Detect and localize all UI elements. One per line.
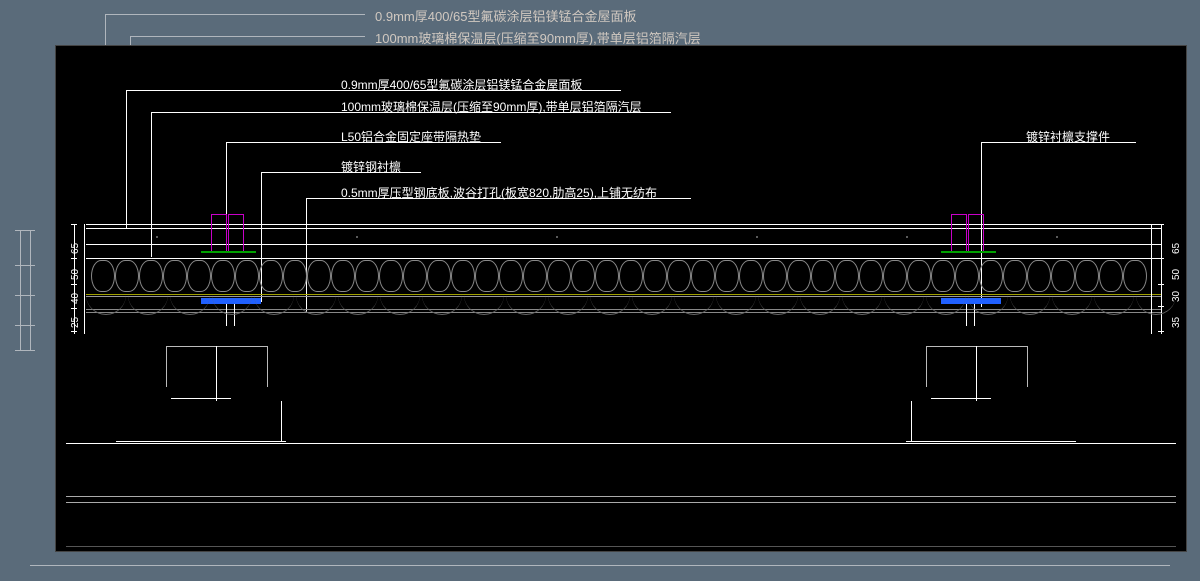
- dim-left-65: 65: [70, 243, 81, 254]
- gasket-left: [201, 251, 256, 253]
- purlin-right: [926, 346, 1028, 387]
- dim-right-65: 65: [1171, 243, 1182, 254]
- dim-right-50: 50: [1171, 269, 1182, 280]
- dim-left-50: 50: [70, 269, 81, 280]
- dim-left-40: 40: [70, 293, 81, 304]
- bg-label-roof: 0.9mm厚400/65型氟碳涂层铝镁锰合金屋面板: [375, 6, 637, 25]
- dim-left-25: 25: [70, 317, 81, 328]
- purlin-left: [166, 346, 268, 387]
- gasket-right: [941, 251, 996, 253]
- clip-seat-right-2: [968, 214, 984, 252]
- dim-right-35: 35: [1171, 317, 1182, 328]
- clip-seat-right: [951, 214, 967, 252]
- clip-seat-left: [211, 214, 227, 252]
- cad-viewport[interactable]: 0.9mm厚400/65型氟碳涂层铝镁锰合金屋面板 100mm玻璃棉保温层(压缩…: [55, 45, 1187, 552]
- clip-seat-left-2: [228, 214, 244, 252]
